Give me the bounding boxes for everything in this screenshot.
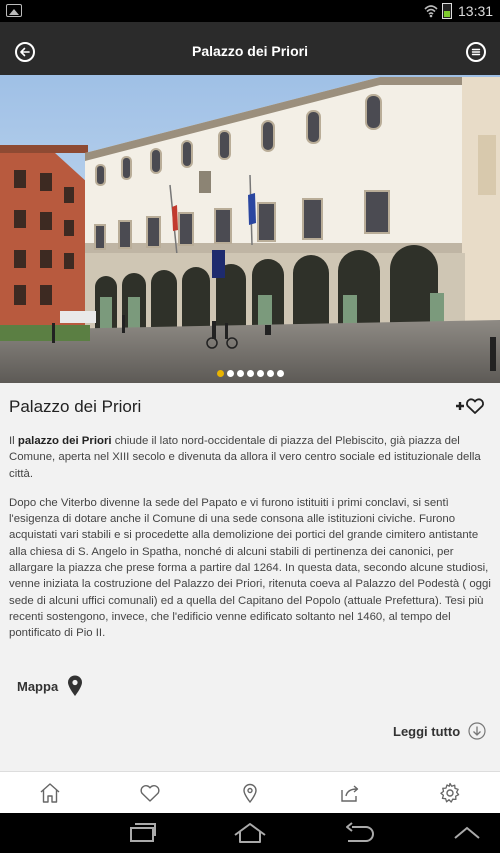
location-pin-icon[interactable]: [238, 781, 262, 805]
map-label: Mappa: [17, 678, 59, 694]
pager-dot[interactable]: [276, 370, 284, 377]
image-notification-icon: [6, 4, 22, 17]
system-nav-bar: [0, 813, 500, 853]
home-nav-icon[interactable]: [232, 822, 268, 844]
app-bar: Palazzo dei Priori: [0, 22, 500, 75]
pager-dot[interactable]: [236, 370, 244, 377]
bold-text: palazzo dei Priori: [17, 435, 112, 447]
arrow-down-circle-icon: [468, 722, 486, 740]
home-icon[interactable]: [38, 781, 62, 805]
status-bar: 13:31: [0, 0, 500, 22]
gallery-image[interactable]: [0, 75, 500, 383]
recent-apps-icon[interactable]: [126, 822, 158, 844]
page-title: Palazzo dei Priori: [192, 43, 308, 59]
text-run: Il: [9, 435, 18, 447]
description: Il palazzo dei Priori chiude il lato nor…: [9, 433, 491, 655]
gear-icon[interactable]: [438, 781, 462, 805]
chevron-up-icon[interactable]: [452, 822, 482, 844]
description-paragraph: Il palazzo dei Priori chiude il lato nor…: [9, 433, 491, 482]
wifi-icon: [424, 5, 438, 18]
detail-content: Palazzo dei Priori Il palazzo dei Priori…: [0, 383, 500, 771]
pager-dot[interactable]: [226, 370, 234, 377]
hamburger-icon: [471, 48, 481, 56]
back-nav-icon[interactable]: [342, 822, 376, 844]
gallery-pager: [0, 364, 500, 377]
battery-icon: [442, 3, 452, 19]
menu-button[interactable]: [466, 42, 486, 62]
palazzo-photo: [0, 75, 500, 383]
bottom-tab-bar: [0, 771, 500, 813]
add-favorite-icon[interactable]: [455, 396, 485, 416]
pager-dot[interactable]: [216, 370, 224, 377]
place-title: Palazzo dei Priori: [9, 397, 142, 416]
description-paragraph: Dopo che Viterbo divenne la sede del Pap…: [9, 496, 491, 640]
pager-dot[interactable]: [246, 370, 254, 377]
read-all-label: Leggi tutto: [393, 723, 461, 739]
clock: 13:31: [458, 3, 494, 19]
heart-icon[interactable]: [138, 781, 162, 805]
share-icon[interactable]: [338, 781, 362, 805]
map-link[interactable]: Mappa: [17, 675, 83, 697]
pager-dot[interactable]: [266, 370, 274, 377]
read-all-button[interactable]: Leggi tutto: [393, 722, 486, 740]
location-pin-icon: [68, 675, 83, 696]
pager-dot[interactable]: [256, 370, 264, 377]
